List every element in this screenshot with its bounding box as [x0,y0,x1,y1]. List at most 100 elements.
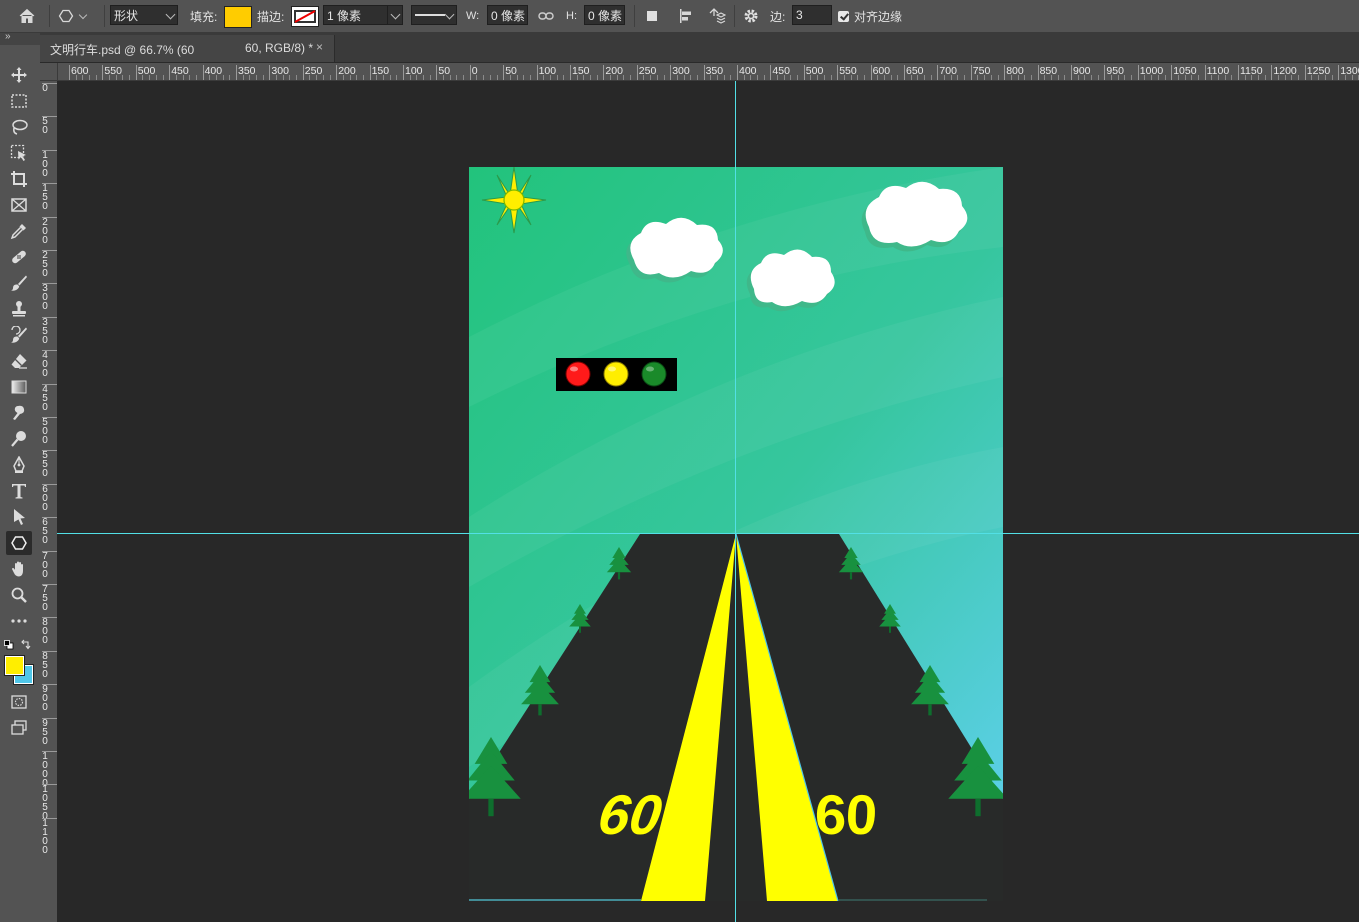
frame-tool[interactable] [6,193,32,217]
sides-label: 边: [770,9,786,24]
type-tool[interactable] [6,479,32,503]
history-brush-tool[interactable] [6,323,32,347]
polygon-icon [58,9,74,23]
geometry-options-button[interactable] [741,0,761,32]
align-edges-checkbox[interactable] [838,0,850,32]
ruler-minor-tick [162,75,164,80]
close-tab-button[interactable]: × [316,40,323,54]
vertical-guide[interactable] [735,81,736,922]
ruler-label: 50 [505,65,517,77]
ruler-minor-tick [122,75,124,80]
stroke-type-select[interactable] [411,5,457,25]
vertical-ruler[interactable]: 0 50 100 150 200 250 300 350 400 450 500 550 600 650 7… [40,63,58,922]
healing-tool[interactable] [6,245,32,269]
screen-mode-button[interactable] [6,716,32,740]
dodge-tool[interactable] [6,427,32,451]
ruler-tick [1004,65,1006,80]
smudge-tool[interactable] [6,401,32,425]
marquee-tool[interactable] [6,89,32,113]
path-arrangement-button[interactable] [706,0,728,32]
ruler-minor-tick [1164,75,1166,80]
quick-mask-button[interactable] [6,690,32,714]
eyedropper-tool[interactable] [6,219,32,243]
tools-panel: » [0,31,41,922]
ruler-minor-tick [222,75,224,80]
path-alignment-button[interactable] [676,0,696,32]
path-operations-button[interactable] [642,0,662,32]
tool-preset-picker[interactable] [58,0,98,32]
zoom-tool[interactable] [6,583,32,607]
ruler-label: 350 [705,65,724,77]
ruler-tick [1204,65,1206,80]
eraser-tool[interactable] [6,349,32,373]
polygon-tool[interactable] [6,531,32,555]
fill-swatch[interactable] [224,6,252,28]
ruler-label: 600 [42,483,48,513]
gradient-tool[interactable] [6,375,32,399]
canvas-workspace[interactable]: 60 60 [57,81,1359,922]
ruler-minor-tick [129,75,131,80]
document-tab-title-suffix: 60, RGB/8) * [245,41,314,55]
ruler-tick [69,65,70,80]
ruler-tick [703,65,705,80]
more-tools[interactable] [6,609,32,633]
marquee-icon [11,94,27,108]
double-chevron-icon: » [5,31,11,42]
path-select-tool[interactable] [6,505,32,529]
ruler-minor-tick [1124,75,1126,80]
ruler-label: 200 [42,216,48,246]
stamp-tool[interactable] [6,297,32,321]
move-tool[interactable] [6,63,32,87]
width-field[interactable]: 0 像素 [487,5,528,25]
document-canvas[interactable]: 60 60 [461,166,1008,902]
height-field[interactable]: 0 像素 [584,5,625,25]
polygon-icon [11,536,27,550]
ruler-minor-tick [763,75,765,80]
ruler-minor-tick [1298,75,1300,80]
ruler-minor-tick [89,75,91,80]
panel-collapse-bar[interactable]: » [0,31,40,45]
document-tab[interactable]: 文明行车.psd @ 66.7% (60 60, RGB/8) * × [40,35,335,62]
ruler-label: 800 [1006,65,1024,77]
link-button[interactable] [537,0,555,32]
ruler-tick [336,65,338,80]
ruler-label: 100 [42,149,48,179]
home-button[interactable] [14,0,40,32]
height-value: 0 像素 [588,8,623,23]
ruler-tick [436,65,438,80]
brush-tool[interactable] [6,271,32,295]
lasso-tool[interactable] [6,115,32,139]
ruler-minor-tick [489,75,491,80]
ruler-label: 400 [42,350,48,380]
horizontal-guide[interactable] [57,533,1359,534]
horizontal-ruler[interactable]: 600 550 500 450 400 350 300 250 200 150 100 50 0 50 10… [57,63,1359,81]
stroke-swatch[interactable] [291,6,319,27]
pen-tool[interactable] [6,453,32,477]
sides-field[interactable]: 3 [792,5,832,25]
gradient-icon [11,380,27,394]
ruler-origin[interactable] [40,63,58,81]
foreground-color-swatch[interactable] [4,655,25,676]
ruler-label: 150 [572,65,590,77]
stroke-width-field[interactable]: 1 像素 [323,5,403,25]
ruler-label: 650 [906,65,924,77]
ruler-label: 900 [42,684,48,714]
ruler-minor-tick [456,75,458,80]
crop-tool[interactable] [6,167,32,191]
traffic-light-green [641,361,667,387]
zoom-icon [11,587,27,603]
ruler-minor-tick [496,75,498,80]
mode-select-value: 形状 [114,8,139,23]
ruler-minor-tick [823,75,825,80]
screen-mode-icon [11,720,27,735]
mode-select[interactable]: 形状 [110,5,178,25]
ruler-tick [403,65,404,80]
hand-tool[interactable] [6,557,32,581]
align-left-icon [680,9,691,23]
ruler-label: 600 [872,65,891,77]
ruler-label: 50 [438,65,451,77]
object-select-tool[interactable] [6,141,32,165]
default-colors-button[interactable] [4,639,14,650]
stroke-label: 描边: [257,9,285,24]
swap-colors-button[interactable] [20,639,31,650]
